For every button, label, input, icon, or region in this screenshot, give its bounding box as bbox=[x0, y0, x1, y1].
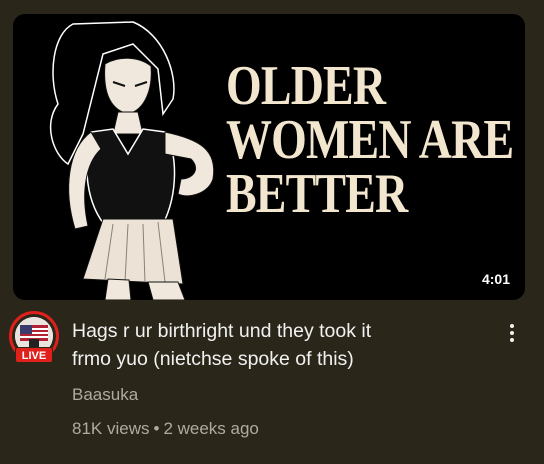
thumbnail-text-line: OLDER bbox=[226, 55, 386, 117]
video-card: OLDER WOMEN ARE BETTER 4:01 LIVE Hags r … bbox=[0, 0, 544, 464]
video-thumbnail[interactable]: OLDER WOMEN ARE BETTER 4:01 bbox=[13, 14, 525, 300]
menu-dot bbox=[510, 331, 514, 335]
video-title-line: frmo yuo (nietchse spoke of this) bbox=[72, 348, 354, 370]
thumbnail-text-line: BETTER bbox=[226, 163, 408, 225]
video-meta: 81K views • 2 weeks ago bbox=[72, 419, 259, 439]
channel-name[interactable]: Baasuka bbox=[72, 385, 138, 405]
channel-avatar[interactable]: LIVE bbox=[9, 311, 59, 363]
thumbnail-illustration bbox=[49, 21, 215, 300]
meta-separator: • bbox=[153, 419, 160, 438]
menu-dot bbox=[510, 338, 514, 342]
video-title-line: Hags r ur birthright und they took it bbox=[72, 320, 372, 342]
duration-badge: 4:01 bbox=[476, 268, 515, 290]
menu-dot bbox=[510, 324, 514, 328]
more-vert-icon[interactable] bbox=[500, 317, 524, 349]
live-badge: LIVE bbox=[15, 347, 53, 363]
video-title[interactable]: Hags r ur birthright und they took it fr… bbox=[72, 317, 472, 373]
thumbnail-headline: OLDER WOMEN ARE BETTER bbox=[226, 55, 514, 225]
upload-age: 2 weeks ago bbox=[163, 419, 259, 438]
thumbnail-text-line: WOMEN ARE bbox=[226, 109, 514, 171]
view-count: 81K views bbox=[72, 419, 150, 438]
